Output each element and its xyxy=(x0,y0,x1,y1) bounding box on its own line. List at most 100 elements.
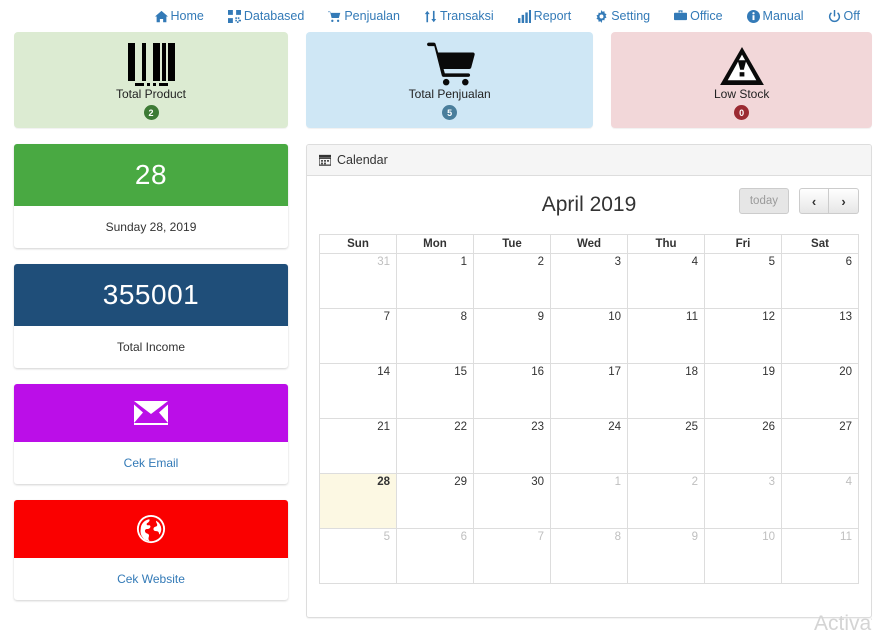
date-card[interactable]: 28 Sunday 28, 2019 xyxy=(14,144,288,248)
nav-item-setting[interactable]: Setting xyxy=(583,9,662,23)
calendar-day-cell[interactable]: 11 xyxy=(627,308,705,364)
calendar-day-cell[interactable]: 3 xyxy=(550,253,628,309)
tile-label: Total Penjualan xyxy=(408,86,491,101)
income-card[interactable]: 355001 Total Income xyxy=(14,264,288,368)
calendar-day-cell[interactable]: 4 xyxy=(627,253,705,309)
calendar-day-cell[interactable]: 26 xyxy=(704,418,782,474)
bar-chart-icon xyxy=(517,9,531,23)
website-card[interactable]: Cek Website xyxy=(14,500,288,600)
today-button[interactable]: today xyxy=(738,188,789,214)
main-content: 28 Sunday 28, 2019 355001 Total Income C… xyxy=(0,128,886,632)
nav-label: Manual xyxy=(762,8,804,23)
calendar-day-cell[interactable]: 25 xyxy=(627,418,705,474)
calendar-week-row: 21 22 23 24 25 26 27 xyxy=(319,418,859,474)
calendar-day-cell[interactable]: 27 xyxy=(781,418,859,474)
nav-item-penjualan[interactable]: Penjualan xyxy=(316,10,412,23)
calendar-day-cell[interactable]: 6 xyxy=(781,253,859,309)
calendar-day-cell[interactable]: 10 xyxy=(704,528,782,584)
calendar-day-cell[interactable]: 20 xyxy=(781,363,859,419)
calendar-day-cell[interactable]: 2 xyxy=(627,473,705,529)
nav-item-office[interactable]: Office xyxy=(662,10,734,23)
calendar-day-number: 5 xyxy=(768,256,775,268)
calendar-day-cell[interactable]: 15 xyxy=(396,363,474,419)
calendar-day-number: 23 xyxy=(531,421,544,433)
calendar-day-cell[interactable]: 18 xyxy=(627,363,705,419)
calendar-day-cell[interactable]: 17 xyxy=(550,363,628,419)
nav-label: Home xyxy=(170,8,204,23)
calendar-day-cell[interactable]: 23 xyxy=(473,418,551,474)
left-column: 28 Sunday 28, 2019 355001 Total Income C… xyxy=(14,144,288,632)
calendar-day-cell[interactable]: 1 xyxy=(396,253,474,309)
calendar-day-number: 12 xyxy=(762,311,775,323)
cek-email-link[interactable]: Cek Email xyxy=(124,456,179,470)
prev-month-button[interactable]: ‹ xyxy=(799,188,829,214)
nav-item-databased[interactable]: Databased xyxy=(216,9,316,23)
nav-item-off[interactable]: Off xyxy=(816,9,872,23)
calendar-day-cell[interactable]: 21 xyxy=(319,418,397,474)
nav-item-transaksi[interactable]: Transaksi xyxy=(412,10,506,23)
tile-total-penjualan[interactable]: Total Penjualan 5 xyxy=(306,32,594,128)
calendar-day-cell[interactable]: 2 xyxy=(473,253,551,309)
date-card-header: 28 xyxy=(14,144,288,206)
calendar-day-cell[interactable]: 7 xyxy=(473,528,551,584)
tile-low-stock[interactable]: Low Stock 0 xyxy=(611,32,873,128)
calendar-weekday: Sun xyxy=(319,234,397,254)
calendar-day-number: 18 xyxy=(685,366,698,378)
gear-icon xyxy=(595,9,608,23)
calendar-day-cell[interactable]: 8 xyxy=(550,528,628,584)
nav-list: Home Databased Penjualan Transaksi Repor… xyxy=(143,8,872,23)
calendar-day-cell[interactable]: 1 xyxy=(550,473,628,529)
calendar-day-number: 10 xyxy=(762,531,775,543)
nav-item-report[interactable]: Report xyxy=(506,9,584,23)
calendar-day-cell[interactable]: 30 xyxy=(473,473,551,529)
calendar-week-row: 7 8 9 10 11 12 13 xyxy=(319,308,859,364)
calendar-day-number: 8 xyxy=(460,311,467,323)
calendar-weekday: Tue xyxy=(473,234,551,254)
calendar-day-cell[interactable]: 3 xyxy=(704,473,782,529)
next-month-button[interactable]: › xyxy=(829,188,859,214)
nav-label: Office xyxy=(690,8,723,23)
income-card-header: 355001 xyxy=(14,264,288,326)
calendar-day-cell[interactable]: 22 xyxy=(396,418,474,474)
nav-item-manual[interactable]: Manual xyxy=(735,8,816,23)
calendar-week-row: 14 15 16 17 18 19 20 xyxy=(319,363,859,419)
calendar-day-cell[interactable]: 24 xyxy=(550,418,628,474)
calendar-body: April 2019 today ‹ › Sun Mon Tue Wed Thu Fri S… xyxy=(307,176,871,617)
tile-total-product[interactable]: Total Product 2 xyxy=(14,32,288,128)
cek-website-link[interactable]: Cek Website xyxy=(117,572,185,586)
exchange-arrows-icon xyxy=(424,10,437,23)
calendar-day-cell[interactable]: 9 xyxy=(473,308,551,364)
calendar-day-cell[interactable]: 31 xyxy=(319,253,397,309)
calendar-day-cell[interactable]: 9 xyxy=(627,528,705,584)
calendar-day-cell[interactable]: 5 xyxy=(319,528,397,584)
website-card-header xyxy=(14,500,288,558)
calendar-day-cell[interactable]: 16 xyxy=(473,363,551,419)
calendar-day-cell[interactable]: 6 xyxy=(396,528,474,584)
calendar-icon xyxy=(319,154,331,166)
calendar-day-cell[interactable]: 8 xyxy=(396,308,474,364)
email-card[interactable]: Cek Email xyxy=(14,384,288,484)
calendar-day-number: 7 xyxy=(383,311,390,323)
email-card-body: Cek Email xyxy=(14,442,288,484)
calendar-day-cell[interactable]: 13 xyxy=(781,308,859,364)
calendar-panel: Calendar April 2019 today ‹ › Sun Mon Tu… xyxy=(306,144,872,618)
calendar-day-cell[interactable]: 12 xyxy=(704,308,782,364)
calendar-day-cell[interactable]: 5 xyxy=(704,253,782,309)
calendar-day-number: 28 xyxy=(377,476,390,488)
calendar-day-cell[interactable]: 7 xyxy=(319,308,397,364)
calendar-day-number: 8 xyxy=(614,531,621,543)
globe-icon xyxy=(136,514,166,544)
calendar-day-cell[interactable]: 10 xyxy=(550,308,628,364)
calendar-day-cell[interactable]: 4 xyxy=(781,473,859,529)
calendar-day-number: 27 xyxy=(839,421,852,433)
top-navbar: Home Databased Penjualan Transaksi Repor… xyxy=(0,0,886,32)
income-card-caption: Total Income xyxy=(116,340,186,354)
nav-item-home[interactable]: Home xyxy=(143,10,216,23)
calendar-day-cell[interactable]: 11 xyxy=(781,528,859,584)
prev-next-button-group: ‹ › xyxy=(799,188,859,214)
calendar-day-cell[interactable]: 29 xyxy=(396,473,474,529)
calendar-day-cell[interactable]: 28 xyxy=(319,473,397,529)
calendar-day-cell[interactable]: 14 xyxy=(319,363,397,419)
calendar-day-cell[interactable]: 19 xyxy=(704,363,782,419)
calendar-day-number: 1 xyxy=(460,256,467,268)
